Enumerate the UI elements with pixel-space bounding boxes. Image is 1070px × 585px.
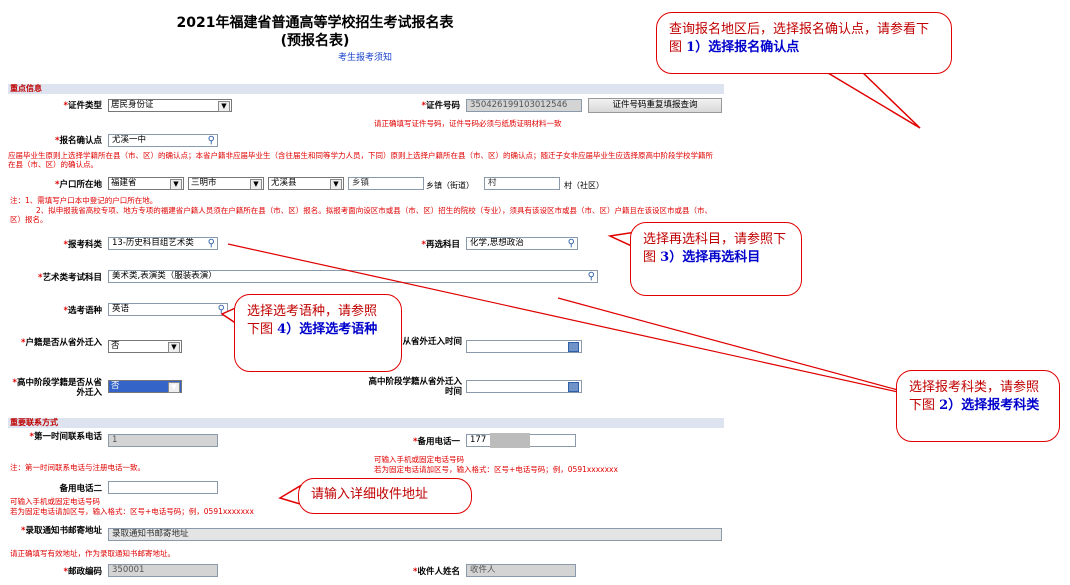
callout-language: 选择选考语种，请参照下图 4）选择选考语种 (234, 294, 402, 372)
pointer-line-subject (557, 297, 899, 391)
annotation-lines (220, 69, 921, 506)
callout-address: 请输入详细收件地址 (298, 478, 472, 514)
callout-reselect: 选择再选科目，请参照下图 3）选择再选科目 (630, 222, 802, 296)
callout-tail-5 (278, 484, 301, 506)
callout-tail-1 (820, 69, 921, 129)
callout-subject: 选择报考科类，请参照下图 2）选择报考科类 (896, 370, 1060, 442)
callout-confirm-point: 查询报名地区后，选择报名确认点，请参看下图 1）选择报名确认点 (656, 12, 952, 74)
